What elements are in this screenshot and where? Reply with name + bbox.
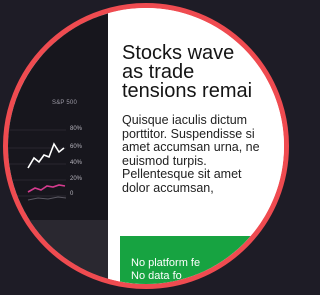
body-line: amet accumsan urna, ne: [122, 140, 260, 154]
series-line-pink: [27, 184, 66, 193]
screen: S&P 500 80% 60% 40% 20% 0 Stocks wave as…: [0, 0, 292, 295]
article-headline: Stocks wave as trade tensions remai: [122, 43, 284, 102]
series-line-white: [27, 142, 65, 169]
panel-footer: [8, 220, 108, 284]
series-line-gray: [27, 196, 67, 201]
body-line: Quisque iaculis dictum: [122, 113, 248, 127]
chart-panel: S&P 500 80% 60% 40% 20% 0: [8, 8, 108, 284]
body-line: dolor accumsan,: [122, 180, 214, 195]
mini-line-chart: [8, 129, 67, 201]
body-line: porttitor. Suspendisse si: [122, 126, 255, 141]
status-banner: No platform fe No data fo: [120, 236, 284, 284]
article-body: Quisque iaculis dictum porttitor. Suspen…: [122, 113, 284, 195]
headline-line: tensions remai: [122, 80, 253, 102]
circular-viewport: S&P 500 80% 60% 40% 20% 0 Stocks wave as…: [3, 3, 289, 289]
article-panel: Stocks wave as trade tensions remai Quis…: [108, 8, 284, 284]
status-line: No data fo: [131, 270, 182, 282]
status-line: No platform fe: [131, 257, 201, 269]
index-label: S&P 500: [52, 100, 77, 106]
body-line: Pellentesque sit amet: [122, 167, 242, 181]
body-line: euismod turpis.: [122, 153, 207, 168]
